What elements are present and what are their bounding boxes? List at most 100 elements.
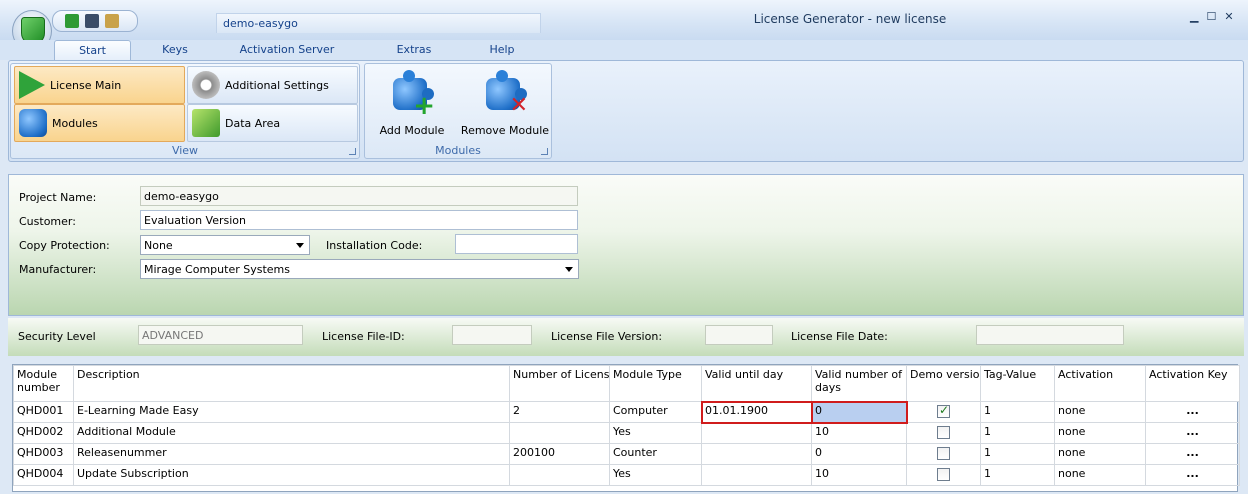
cell-tag-value[interactable]: 1 (980, 401, 1055, 423)
window-title: License Generator - new license (753, 12, 947, 26)
cell-demo-version[interactable] (906, 401, 981, 423)
cell-description[interactable]: Additional Module (73, 422, 510, 444)
cell-description[interactable]: E-Learning Made Easy (73, 401, 510, 423)
table-row[interactable]: QHD003 Releasenummer 200100 Counter 0 1 … (13, 443, 1240, 465)
shield-small-icon[interactable] (65, 14, 79, 28)
modules-button[interactable]: Modules (14, 104, 185, 142)
tab-start[interactable]: Start (54, 40, 131, 61)
grid-header-row: Module number Description Number of Lice… (13, 365, 1240, 402)
column-header[interactable]: Valid number of days (811, 365, 907, 402)
data-area-label: Data Area (225, 116, 281, 130)
cell-valid-until[interactable] (701, 422, 812, 444)
cell-description[interactable]: Releasenummer (73, 443, 510, 465)
cell-module-number[interactable]: QHD003 (13, 443, 74, 465)
cell-valid-until[interactable] (701, 443, 812, 465)
cell-valid-until[interactable]: 01.01.1900 (700, 400, 813, 424)
demo-checkbox[interactable] (937, 446, 950, 460)
column-header[interactable]: Description (73, 365, 510, 402)
play-icon (19, 71, 45, 99)
tools-icon[interactable] (105, 14, 119, 28)
document-tab[interactable]: demo-easygo (216, 13, 541, 33)
tab-help[interactable]: Help (474, 40, 530, 61)
column-header[interactable]: Activation Key (1145, 365, 1240, 402)
cell-licenses[interactable]: 2 (509, 401, 610, 423)
copy-protection-select[interactable]: None (140, 235, 310, 255)
tab-keys[interactable]: Keys (145, 40, 205, 61)
cell-module-type[interactable]: Yes (609, 422, 702, 444)
cell-module-number[interactable]: QHD001 (13, 401, 74, 423)
column-header[interactable]: Tag-Value (980, 365, 1055, 402)
cell-activation[interactable]: none (1054, 464, 1146, 486)
additional-settings-button[interactable]: Additional Settings (187, 66, 358, 104)
modules-group-label: Modules (435, 144, 481, 157)
cell-licenses[interactable] (509, 464, 610, 486)
column-header[interactable]: Module Type (609, 365, 702, 402)
title-bar (0, 0, 1248, 40)
cell-module-type[interactable]: Computer (609, 401, 702, 423)
cell-valid-days[interactable]: 0 (811, 443, 907, 465)
cell-activation[interactable]: none (1054, 443, 1146, 465)
cell-tag-value[interactable]: 1 (980, 422, 1055, 444)
demo-checkbox[interactable] (937, 403, 950, 418)
license-main-button[interactable]: License Main (14, 66, 185, 104)
cell-valid-days[interactable]: 10 (811, 422, 907, 444)
installation-code-field[interactable] (455, 234, 578, 254)
cell-valid-days[interactable]: 0 (810, 400, 908, 424)
close-button[interactable]: ✕ (1224, 10, 1233, 23)
cell-tag-value[interactable]: 1 (980, 443, 1055, 465)
maximize-button[interactable]: ☐ (1206, 10, 1216, 23)
tab-extras[interactable]: Extras (384, 40, 444, 61)
activation-key-button[interactable]: ... (1145, 422, 1240, 444)
cell-activation[interactable]: none (1054, 401, 1146, 423)
cell-module-number[interactable]: QHD004 (13, 464, 74, 486)
project-name-label: Project Name: (19, 191, 97, 204)
tab-activation-server[interactable]: Activation Server (232, 40, 342, 61)
additional-settings-label: Additional Settings (225, 78, 329, 92)
cell-demo-version[interactable] (906, 422, 981, 444)
license-main-label: License Main (50, 78, 122, 92)
activation-key-button[interactable]: ... (1145, 443, 1240, 465)
minimize-button[interactable]: ▁ (1190, 10, 1198, 23)
cell-module-type[interactable]: Counter (609, 443, 702, 465)
add-module-button[interactable]: + Add Module (366, 66, 458, 140)
quick-access-toolbar (52, 10, 138, 32)
project-name-field[interactable]: demo-easygo (140, 186, 578, 206)
data-area-button[interactable]: Data Area (187, 104, 358, 142)
cell-module-number[interactable]: QHD002 (13, 422, 74, 444)
cell-description[interactable]: Update Subscription (73, 464, 510, 486)
column-header[interactable]: Demo version (906, 365, 981, 402)
remove-module-button[interactable]: ✕ Remove Module (459, 66, 551, 140)
cell-valid-days[interactable]: 10 (811, 464, 907, 486)
save-icon[interactable] (85, 14, 99, 28)
cell-module-type[interactable]: Yes (609, 464, 702, 486)
cell-demo-version[interactable] (906, 443, 981, 465)
dialog-launcher-icon[interactable] (349, 148, 356, 155)
cell-licenses[interactable]: 200100 (509, 443, 610, 465)
copy-protection-label: Copy Protection: (19, 239, 110, 252)
modules-grid: Module number Description Number of Lice… (12, 364, 1240, 492)
customer-field[interactable]: Evaluation Version (140, 210, 578, 230)
cell-valid-until[interactable] (701, 464, 812, 486)
activation-key-button[interactable]: ... (1145, 464, 1240, 486)
demo-checkbox[interactable] (937, 425, 950, 439)
column-header[interactable]: Module number (13, 365, 74, 402)
cell-licenses[interactable] (509, 422, 610, 444)
view-group-label: View (171, 144, 199, 157)
activation-key-button[interactable]: ... (1145, 401, 1240, 423)
dialog-launcher-icon[interactable] (541, 148, 548, 155)
manufacturer-select[interactable]: Mirage Computer Systems (140, 259, 579, 279)
cell-demo-version[interactable] (906, 464, 981, 486)
license-file-version-label: License File Version: (551, 330, 663, 343)
table-row[interactable]: QHD001 E-Learning Made Easy 2 Computer 0… (13, 400, 1240, 424)
manufacturer-value: Mirage Computer Systems (144, 263, 290, 276)
table-row[interactable]: QHD004 Update Subscription Yes 10 1 none… (13, 464, 1240, 486)
customer-label: Customer: (19, 215, 76, 228)
column-header[interactable]: Number of Licenses (509, 365, 610, 402)
cell-activation[interactable]: none (1054, 422, 1146, 444)
column-header[interactable]: Valid until day (701, 365, 812, 402)
table-row[interactable]: QHD002 Additional Module Yes 10 1 none .… (13, 422, 1240, 444)
cell-tag-value[interactable]: 1 (980, 464, 1055, 486)
demo-checkbox[interactable] (937, 467, 950, 481)
column-header[interactable]: Activation (1054, 365, 1146, 402)
remove-puzzle-icon: ✕ (482, 70, 528, 118)
